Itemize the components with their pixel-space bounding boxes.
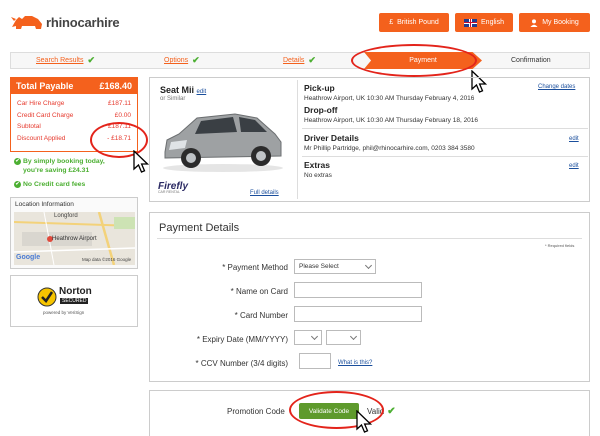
map-label: Heathrow Airport <box>52 236 97 242</box>
driver-edit-link[interactable]: edit <box>569 136 579 142</box>
chevron-down-icon <box>364 261 373 269</box>
step-details[interactable]: Details ✔ <box>283 53 316 68</box>
highlight-oval <box>351 44 477 77</box>
expiry-date-label: * Expiry Date (MM/YYYY) <box>196 335 288 344</box>
expiry-year-select[interactable] <box>326 330 361 345</box>
charge-label: Subtotal <box>17 123 41 130</box>
charge-label: Discount Applied <box>17 134 66 142</box>
check-icon: ✔ <box>192 55 200 65</box>
payment-method-select[interactable]: Please Select <box>294 259 376 274</box>
saving-amount: you're saving £24.31 <box>23 167 90 174</box>
name-on-card-input[interactable] <box>294 282 422 298</box>
step-search-results[interactable]: Search Results ✔ <box>36 53 95 68</box>
my-booking-button[interactable]: My Booking <box>519 13 590 32</box>
check-icon: ✔ <box>87 55 96 65</box>
chevron-down-icon <box>310 332 319 340</box>
step-label[interactable]: Search Results <box>36 57 83 64</box>
pickup-title: Pick-up <box>304 83 335 93</box>
divider <box>302 156 588 157</box>
google-logo: Google <box>16 254 41 261</box>
dropoff-title: Drop-off <box>304 105 338 115</box>
language-label: English <box>481 19 504 26</box>
total-value: £168.40 <box>99 80 132 91</box>
check-icon: ✔ <box>387 406 396 417</box>
step-confirmation: Confirmation <box>511 53 551 68</box>
saving-message: ✔ By simply booking today, you're saving … <box>14 157 140 189</box>
rhino-icon <box>11 16 42 29</box>
change-dates-link[interactable]: Change dates <box>538 84 575 90</box>
extras-title: Extras <box>304 160 330 170</box>
promotion-label: Promotion Code <box>227 407 285 416</box>
account-label: My Booking <box>542 19 579 26</box>
expiry-month-select[interactable] <box>294 330 322 345</box>
check-circle-icon: ✔ <box>14 157 21 165</box>
car-edit-link[interactable]: edit <box>197 89 207 95</box>
dropoff-text: Heathrow Airport, UK 10:30 AM Thursday F… <box>304 117 479 124</box>
car-name: Seat Mii <box>160 85 195 95</box>
location-title: Location Information <box>15 201 74 208</box>
payment-title: Payment Details <box>159 222 240 234</box>
charge-label: Credit Card Charge <box>17 111 74 119</box>
norton-secured: SECURED <box>60 298 89 304</box>
pickup-text: Heathrow Airport, UK 10:30 AM Thursday F… <box>304 95 475 102</box>
currency-label: British Pound <box>397 19 439 26</box>
map-label: Longford <box>54 213 78 219</box>
chevron-down-icon <box>349 332 358 340</box>
saving-line: By simply booking today, <box>23 158 105 165</box>
progress-steps: Search Results ✔ Options ✔ Details ✔ Pay… <box>10 52 590 69</box>
total-payable-bar: Total Payable £168.40 <box>10 77 138 94</box>
divider <box>302 128 588 129</box>
no-fees-text: No Credit card fees <box>23 181 86 188</box>
language-button[interactable]: English <box>455 13 513 32</box>
charge-row: Car Hire Charge £187.11 <box>17 98 131 110</box>
step-label[interactable]: Details <box>283 57 304 64</box>
norton-powered: powered by VeriSign <box>43 310 85 315</box>
extras-text: No extras <box>304 172 332 179</box>
payment-method-label: * Payment Method <box>222 263 288 272</box>
supplier-logo: Firefly CAR RENTAL <box>158 181 188 194</box>
card-number-label: * Card Number <box>234 311 288 320</box>
norton-badge[interactable]: Norton SECURED powered by VeriSign <box>10 275 138 327</box>
step-options[interactable]: Options ✔ <box>164 53 200 68</box>
norton-seal: Norton SECURED powered by VeriSign <box>37 283 111 319</box>
norton-brand: Norton <box>59 286 92 297</box>
user-icon <box>530 18 538 27</box>
driver-title: Driver Details <box>304 133 359 143</box>
charge-value: £187.11 <box>107 100 131 107</box>
charge-row: Credit Card Charge £0.00 <box>17 110 131 122</box>
required-note: * Required fields <box>545 243 575 248</box>
ccv-help-link[interactable]: What is this? <box>338 360 372 366</box>
mouse-cursor-icon <box>356 410 373 433</box>
norton-check-icon <box>37 287 57 307</box>
brand-logo[interactable]: rhinocarhire <box>10 10 120 34</box>
pound-icon: £ <box>389 19 394 26</box>
ccv-input[interactable] <box>299 353 331 369</box>
location-info: Location Information Longford Heathrow A… <box>10 197 138 269</box>
brand-name: rhinocarhire <box>46 14 120 30</box>
car-title: Seat Mii edit <box>160 85 206 95</box>
total-label: Total Payable <box>16 80 74 91</box>
check-circle-icon: ✔ <box>14 180 21 188</box>
card-number-input[interactable] <box>294 306 422 322</box>
currency-button[interactable]: £ British Pound <box>379 13 449 32</box>
extras-edit-link[interactable]: edit <box>569 163 579 169</box>
divider <box>157 238 582 239</box>
location-map[interactable]: Longford Heathrow Airport Google Map dat… <box>14 212 135 265</box>
full-details-link[interactable]: Full details <box>250 190 279 196</box>
map-attribution: Map data ©2016 Google <box>82 257 132 262</box>
driver-text: Mr Phillip Partridge, phil@rhinocarhire.… <box>304 145 475 152</box>
car-image <box>163 113 283 172</box>
uk-flag-icon <box>464 18 478 27</box>
ccv-label: * CCV Number (3/4 digits) <box>195 359 288 368</box>
charge-label: Car Hire Charge <box>17 100 65 107</box>
step-label: Confirmation <box>511 57 551 64</box>
charge-value: £0.00 <box>114 111 131 119</box>
or-similar: or Similar <box>160 96 186 102</box>
name-on-card-label: * Name on Card <box>230 287 288 296</box>
step-label[interactable]: Options <box>164 57 188 64</box>
check-icon: ✔ <box>308 55 316 65</box>
panel-divider <box>297 80 298 199</box>
payment-method-value: Please Select <box>299 263 339 270</box>
